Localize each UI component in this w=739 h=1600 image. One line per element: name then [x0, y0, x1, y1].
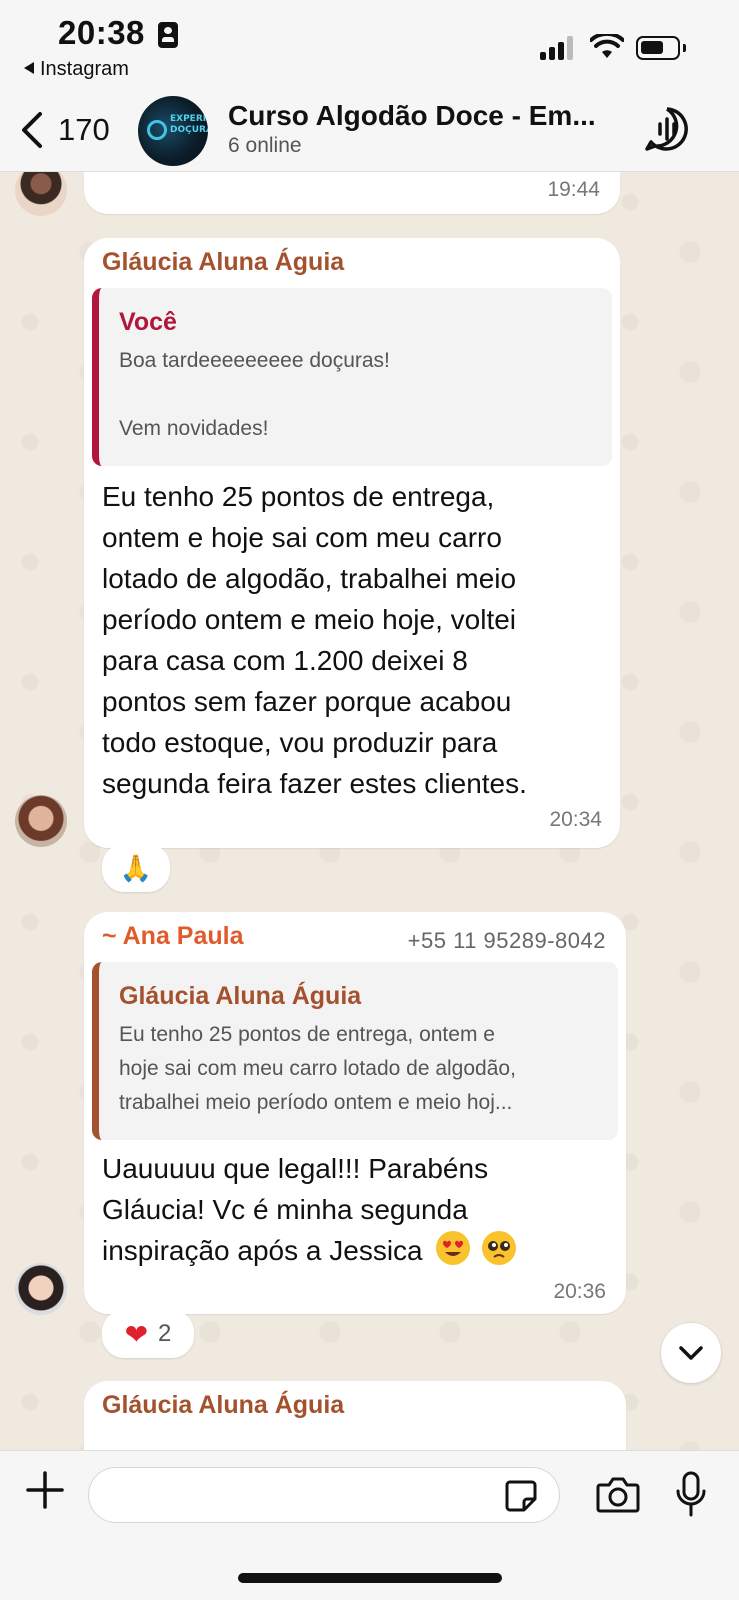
quote-text: Boa tardeeeeeeeee doçuras!: [119, 349, 390, 372]
id-card-icon: [158, 22, 178, 48]
unread-count[interactable]: 170: [58, 112, 110, 148]
message-text: ontem e hoje sai com meu carro: [102, 522, 502, 553]
message-input-bar: [0, 1450, 739, 1600]
status-time: 20:38: [58, 14, 145, 51]
message-text: Eu tenho 25 pontos de entrega,: [102, 481, 495, 512]
chat-header: 170 EXPERIÊNCIA DOÇURA Curso Algodão Doc…: [0, 90, 739, 172]
quote-text: trabalhei meio período ontem e meio hoj.…: [119, 1091, 513, 1114]
chat-messages[interactable]: 19:44 Gláucia Aluna Águia Você Boa tarde…: [0, 172, 739, 1450]
microphone-icon[interactable]: [676, 1471, 706, 1517]
avatar[interactable]: [15, 795, 67, 847]
pray-emoji: 🙏: [119, 852, 153, 883]
pleading-face-emoji: [482, 1231, 517, 1265]
message-bubble[interactable]: ~ Ana Paula +55 11 95289-8042 Gláucia Al…: [84, 912, 626, 1314]
message-text: lotado de algodão, trabalhei meio: [102, 563, 517, 594]
chat-title[interactable]: Curso Algodão Doce - Em...: [228, 100, 628, 132]
online-count: 6 online: [228, 134, 302, 157]
battery-icon: [636, 36, 686, 60]
camera-icon[interactable]: [596, 1475, 640, 1515]
heart-eyes-emoji: [436, 1231, 471, 1265]
chevron-down-icon: [679, 1346, 703, 1360]
message-bubble[interactable]: 19:44: [84, 172, 620, 214]
avatar[interactable]: [15, 1263, 67, 1315]
message-bubble[interactable]: Gláucia Aluna Águia Você Boa tardeeeeeee…: [84, 238, 620, 848]
message-time: 20:36: [553, 1280, 606, 1303]
plus-icon[interactable]: [26, 1471, 64, 1509]
message-text: pontos sem fazer porque acabou: [102, 686, 512, 717]
message-text: todo estoque, vou produzir para: [102, 727, 498, 758]
group-avatar-text: EXPERIÊNCIA DOÇURA: [170, 114, 208, 135]
quote-author: Você: [119, 308, 177, 336]
quoted-message[interactable]: Você Boa tardeeeeeeeee doçuras! Vem novi…: [92, 288, 612, 466]
quote-text: Eu tenho 25 pontos de entrega, ontem e: [119, 1023, 495, 1046]
group-logo-icon: [147, 120, 167, 140]
quote-text: Vem novidades!: [119, 417, 269, 440]
avatar[interactable]: [15, 172, 67, 216]
message-sender[interactable]: Gláucia Aluna Águia: [102, 1391, 344, 1420]
heart-emoji: ❤: [124, 1318, 149, 1350]
message-reaction[interactable]: 🙏: [102, 844, 170, 892]
message-text-with-emojis: inspiração após a Jessica: [102, 1230, 517, 1271]
message-text: segunda feira fazer estes clientes.: [102, 768, 527, 799]
message-sender[interactable]: Gláucia Aluna Águia: [102, 248, 344, 277]
message-text: para casa com 1.200 deixei 8: [102, 645, 468, 676]
message-text: Gláucia! Vc é minha segunda: [102, 1194, 468, 1225]
home-indicator[interactable]: [238, 1573, 502, 1583]
message-sender[interactable]: ~ Ana Paula: [102, 922, 244, 951]
back-triangle-icon: [24, 62, 34, 74]
cellular-signal-icon: [540, 36, 576, 60]
message-time: 20:34: [549, 808, 602, 831]
group-call-icon[interactable]: [644, 106, 690, 152]
back-app-label: Instagram: [40, 58, 129, 80]
status-bar: 20:38 Instagram: [0, 0, 739, 90]
quote-text: hoje sai com meu carro lotado de algodão…: [119, 1057, 516, 1080]
back-to-app-link[interactable]: Instagram: [24, 58, 129, 81]
back-chevron-icon[interactable]: [18, 110, 44, 150]
scroll-to-bottom-button[interactable]: [661, 1323, 721, 1383]
message-text: período ontem e meio hoje, voltei: [102, 604, 517, 635]
group-avatar[interactable]: EXPERIÊNCIA DOÇURA: [138, 96, 208, 166]
message-text: Uauuuuu que legal!!! Parabéns: [102, 1153, 489, 1184]
message-time: 19:44: [547, 178, 600, 201]
quoted-message[interactable]: Gláucia Aluna Águia Eu tenho 25 pontos d…: [92, 962, 618, 1140]
reaction-count: 2: [158, 1320, 172, 1347]
message-input[interactable]: [88, 1467, 560, 1523]
message-reaction[interactable]: ❤ 2: [102, 1310, 194, 1358]
sticker-icon[interactable]: [504, 1479, 538, 1513]
sender-phone[interactable]: +55 11 95289-8042: [408, 928, 606, 954]
message-text: inspiração após a Jessica: [102, 1235, 423, 1266]
message-bubble[interactable]: Gláucia Aluna Águia: [84, 1381, 626, 1450]
wifi-icon: [590, 34, 624, 58]
quote-author: Gláucia Aluna Águia: [119, 982, 362, 1010]
